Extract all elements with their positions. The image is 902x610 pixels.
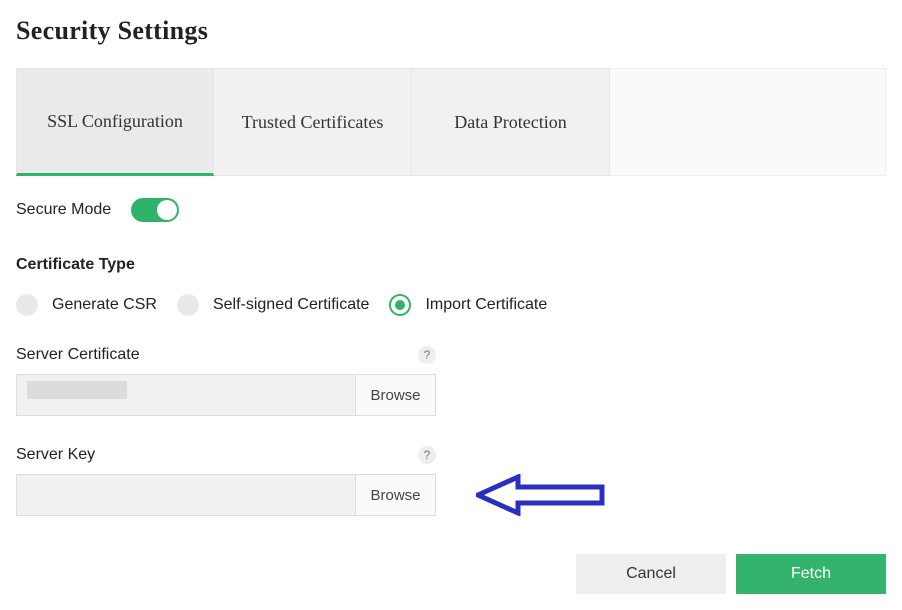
footer-actions: Cancel Fetch xyxy=(16,554,886,594)
tab-ssl-configuration[interactable]: SSL Configuration xyxy=(16,68,214,176)
tab-label: Data Protection xyxy=(454,112,566,133)
tabbar: SSL Configuration Trusted Certificates D… xyxy=(16,68,886,176)
radio-self-signed[interactable] xyxy=(177,294,199,316)
radio-label: Import Certificate xyxy=(425,296,547,314)
tab-filler xyxy=(610,68,886,176)
server-certificate-label: Server Certificate xyxy=(16,346,140,364)
toggle-knob xyxy=(157,200,177,220)
fetch-button[interactable]: Fetch xyxy=(736,554,886,594)
radio-import-certificate[interactable] xyxy=(389,294,411,316)
help-icon[interactable]: ? xyxy=(418,446,436,464)
page-title: Security Settings xyxy=(16,16,886,46)
server-key-input[interactable] xyxy=(17,475,355,515)
arrow-left-icon xyxy=(476,474,606,516)
secure-mode-toggle[interactable] xyxy=(131,198,179,222)
cancel-button[interactable]: Cancel xyxy=(576,554,726,594)
server-certificate-field: Server Certificate ? Browse xyxy=(16,346,436,416)
server-certificate-browse-button[interactable]: Browse xyxy=(355,375,435,415)
server-key-label: Server Key xyxy=(16,446,95,464)
help-icon[interactable]: ? xyxy=(418,346,436,364)
secure-mode-label: Secure Mode xyxy=(16,201,111,219)
tab-label: Trusted Certificates xyxy=(242,112,384,133)
certificate-type-radio-group: Generate CSR Self-signed Certificate Imp… xyxy=(16,294,886,316)
tab-trusted-certificates[interactable]: Trusted Certificates xyxy=(214,68,412,176)
radio-generate-csr[interactable] xyxy=(16,294,38,316)
server-key-browse-button[interactable]: Browse xyxy=(355,475,435,515)
radio-label: Self-signed Certificate xyxy=(213,296,370,314)
tab-label: SSL Configuration xyxy=(47,111,183,132)
server-key-field: Server Key ? Browse xyxy=(16,446,436,516)
file-chip-placeholder xyxy=(27,381,127,399)
tab-data-protection[interactable]: Data Protection xyxy=(412,68,610,176)
radio-label: Generate CSR xyxy=(52,296,157,314)
server-certificate-input[interactable] xyxy=(17,375,355,415)
certificate-type-title: Certificate Type xyxy=(16,256,886,274)
